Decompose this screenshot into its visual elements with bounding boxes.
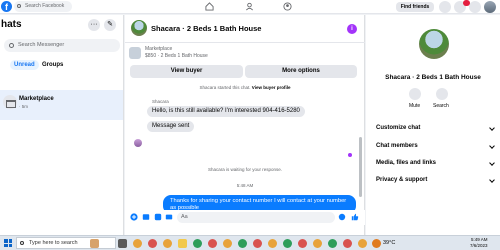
mute-bell-icon[interactable]: [409, 88, 421, 100]
home-icon[interactable]: [205, 2, 214, 11]
menu-grid-icon[interactable]: [439, 1, 451, 13]
facebook-logo-icon[interactable]: f: [1, 1, 12, 12]
message-timestamp: 5:48 AM: [236, 183, 254, 188]
listing-price: $850 · 2 Beds 1 Bath House: [145, 53, 208, 59]
taskbar-search-input[interactable]: Type here to search: [16, 237, 116, 249]
task-view-icon[interactable]: [118, 239, 127, 248]
scrollbar[interactable]: [359, 137, 362, 197]
search-messenger-placeholder: Search Messenger: [18, 42, 65, 48]
chat-started-notice: Shacara started this chat. View buyer pr…: [125, 85, 365, 90]
waiting-notice: Shacara is waiting for your response.: [207, 167, 283, 172]
tab-groups[interactable]: Groups: [42, 62, 63, 68]
chrome-icon[interactable]: [163, 239, 172, 248]
incoming-message: Hello, is this still available? I'm inte…: [147, 106, 305, 117]
taskbar-search-placeholder: Type here to search: [29, 240, 78, 246]
mute-label: Mute: [409, 103, 421, 109]
account-avatar[interactable]: [484, 1, 496, 13]
sender-name: Shacara: [152, 99, 169, 104]
notifications-bell-icon[interactable]: [469, 1, 481, 13]
more-options-button[interactable]: More options: [245, 65, 357, 78]
chrome-icon[interactable]: [253, 239, 262, 248]
chrome-icon[interactable]: [268, 239, 277, 248]
read-receipt-icon: [348, 153, 352, 157]
facebook-search-input[interactable]: Search Facebook: [14, 1, 72, 12]
sticker-icon[interactable]: [154, 213, 162, 221]
plus-icon[interactable]: [130, 213, 138, 221]
search-icon: [20, 241, 24, 245]
chrome-icon[interactable]: [148, 239, 157, 248]
emoji-icon[interactable]: [338, 213, 346, 221]
chats-title: hats: [1, 19, 22, 30]
chrome-icon[interactable]: [133, 239, 142, 248]
marketplace-icon: [3, 95, 17, 109]
info-icon[interactable]: i: [347, 24, 357, 34]
search-messenger-input[interactable]: Search Messenger: [4, 39, 120, 52]
chat-details-avatar: [419, 29, 449, 59]
message-composer: Aa: [125, 210, 365, 225]
groups-icon[interactable]: [283, 2, 292, 11]
system-clock[interactable]: 5:49 AM 7/6/2023: [470, 237, 488, 249]
options-more-icon[interactable]: ···: [88, 19, 100, 31]
section-media-files-links[interactable]: Media, files and links: [376, 160, 436, 166]
chevron-down-icon[interactable]: [489, 177, 495, 183]
chrome-icon[interactable]: [223, 239, 232, 248]
gif-icon[interactable]: [165, 213, 173, 221]
chevron-down-icon[interactable]: [489, 125, 495, 131]
section-privacy-support[interactable]: Privacy & support: [376, 177, 427, 183]
chat-time: · 5m: [19, 104, 28, 109]
thumbs-up-icon[interactable]: [351, 213, 359, 221]
incoming-message: Message sent: [147, 121, 195, 132]
weather-icon[interactable]: [372, 239, 381, 248]
chrome-icon[interactable]: [358, 239, 367, 248]
chrome-icon[interactable]: [343, 239, 352, 248]
windows-taskbar: Type here to search 39°C 5:49 AM 7/6/202…: [0, 235, 500, 250]
search-label: Search: [433, 103, 449, 109]
chat-list-item-marketplace[interactable]: Marketplace · 5m: [0, 90, 123, 120]
windows-start-icon[interactable]: [4, 239, 12, 247]
friends-icon[interactable]: [245, 2, 254, 11]
chevron-down-icon[interactable]: [489, 160, 495, 166]
conversation-header: Shacara · 2 Beds 1 Bath House i: [125, 15, 365, 43]
chrome-icon[interactable]: [208, 239, 217, 248]
new-message-icon[interactable]: ✎: [104, 19, 116, 31]
message-input[interactable]: Aa: [177, 212, 335, 223]
chrome-icon[interactable]: [283, 239, 292, 248]
view-buyer-button[interactable]: View buyer: [130, 65, 243, 78]
image-icon[interactable]: [142, 213, 150, 221]
chrome-icon[interactable]: [328, 239, 337, 248]
tab-unread[interactable]: Unread: [10, 60, 39, 70]
find-friends-button[interactable]: Find friends: [396, 2, 434, 12]
chrome-icon[interactable]: [298, 239, 307, 248]
conversation-panel: Shacara · 2 Beds 1 Bath House i Marketpl…: [125, 15, 365, 235]
conversation-avatar[interactable]: [131, 20, 147, 36]
sender-avatar: [134, 139, 142, 147]
section-customize-chat[interactable]: Customize chat: [376, 125, 420, 131]
facebook-search-placeholder: Search Facebook: [25, 3, 65, 9]
listing-thumbnail: [129, 47, 141, 59]
search-icon[interactable]: [436, 88, 448, 100]
search-icon: [9, 43, 14, 48]
notification-badge: [463, 0, 470, 6]
chevron-down-icon[interactable]: [489, 143, 495, 149]
chat-name: Marketplace: [19, 96, 54, 102]
top-bar: f Search Facebook Find friends: [0, 0, 500, 14]
conversation-title[interactable]: Shacara · 2 Beds 1 Bath House: [151, 24, 261, 33]
view-buyer-profile-link[interactable]: View buyer profile: [252, 85, 291, 90]
chat-details-panel: Shacara · 2 Beds 1 Bath House Mute Searc…: [366, 15, 500, 235]
chrome-icon[interactable]: [238, 239, 247, 248]
section-chat-members[interactable]: Chat members: [376, 143, 418, 149]
listing-label: Marketplace: [145, 46, 173, 52]
chats-sidebar: hats ··· ✎ Search Messenger Unread Group…: [0, 15, 124, 235]
file-explorer-icon[interactable]: [178, 239, 187, 248]
chrome-icon[interactable]: [193, 239, 202, 248]
chat-details-name: Shacara · 2 Beds 1 Bath House: [385, 74, 481, 81]
search-highlight-icon[interactable]: [90, 239, 99, 248]
weather-temperature[interactable]: 39°C: [383, 240, 395, 246]
started-text: Shacara started this chat.: [199, 85, 251, 90]
clock-date: 7/6/2023: [470, 243, 488, 248]
search-icon: [17, 4, 21, 8]
chrome-icon[interactable]: [313, 239, 322, 248]
